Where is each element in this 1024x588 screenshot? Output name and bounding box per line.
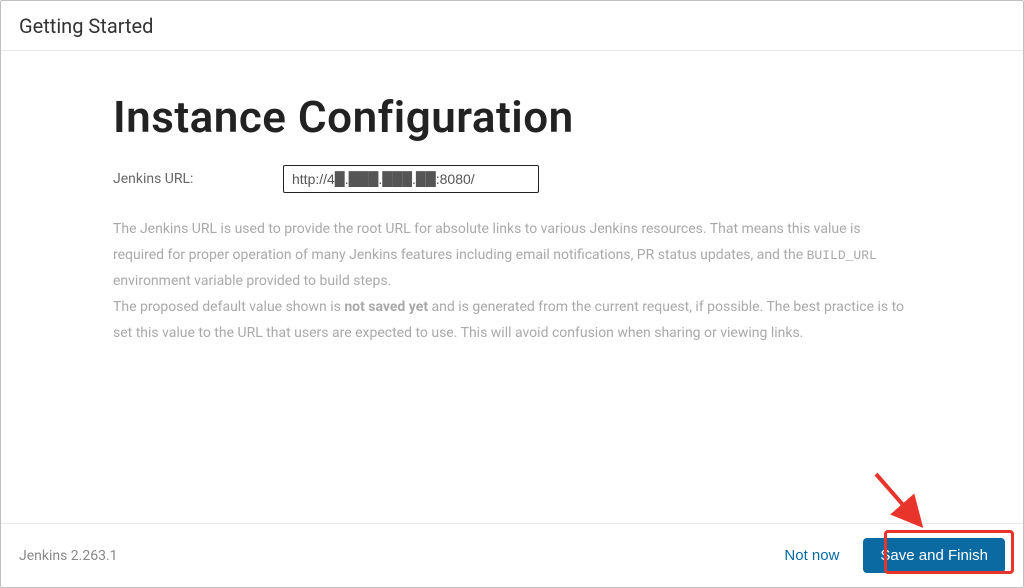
desc-p2-a: The proposed default value shown is — [113, 299, 344, 315]
wizard-header-title: Getting Started — [19, 14, 1005, 38]
page-title: Instance Configuration — [113, 91, 911, 143]
desc-p1-a: The Jenkins URL is used to provide the r… — [113, 221, 861, 263]
desc-p2-bold: not saved yet — [344, 299, 428, 315]
description-text: The Jenkins URL is used to provide the r… — [113, 217, 911, 346]
footer-actions: Not now Save and Finish — [780, 538, 1005, 573]
jenkins-url-label: Jenkins URL: — [113, 171, 283, 187]
wizard-footer: Jenkins 2.263.1 Not now Save and Finish — [1, 523, 1023, 587]
save-and-finish-button[interactable]: Save and Finish — [863, 538, 1005, 573]
not-now-button[interactable]: Not now — [780, 541, 843, 570]
jenkins-url-input[interactable] — [283, 165, 539, 193]
desc-p1-b: environment variable provided to build s… — [113, 273, 391, 289]
wizard-content: Instance Configuration Jenkins URL: The … — [1, 51, 1023, 523]
wizard-header: Getting Started — [1, 1, 1023, 51]
jenkins-url-row: Jenkins URL: — [113, 165, 911, 193]
jenkins-version: Jenkins 2.263.1 — [19, 548, 118, 564]
desc-p1-code: BUILD_URL — [807, 248, 877, 263]
wizard-window: Getting Started Instance Configuration J… — [0, 0, 1024, 588]
